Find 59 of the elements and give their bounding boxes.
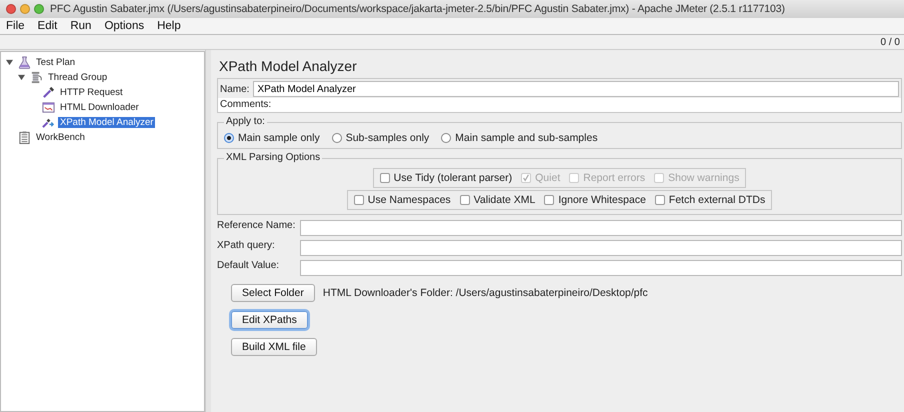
checkbox-label: Ignore Whitespace	[558, 194, 646, 206]
action-button[interactable]: Edit XPaths	[231, 311, 308, 329]
menu-item[interactable]: Run	[70, 20, 92, 32]
radio-button[interactable]	[224, 133, 234, 143]
tree-item[interactable]: Thread Group	[46, 72, 110, 83]
panel-title: XPath Model Analyzer	[219, 58, 358, 74]
checkbox-label: Quiet	[535, 172, 560, 184]
checkbox-label: Report errors	[583, 172, 646, 184]
field-label: Reference Name:	[217, 220, 296, 231]
text-field[interactable]	[300, 240, 902, 256]
group-legend: Apply to:	[224, 116, 267, 127]
action-button[interactable]: Build XML file	[231, 338, 317, 356]
radio-button[interactable]	[441, 133, 452, 143]
checkbox-label: Show warnings	[668, 172, 740, 184]
expand-toggle[interactable]	[6, 59, 13, 66]
window-title: PFC Agustin Sabater.jmx (/Users/agustinsabaterpineiro/Documents/workspace/jakarta-jmeter-2.5/bin/PFC Agustin Sabater.jmx) - Apache JMeter (2.5.1 r1177103)	[50, 3, 785, 15]
checkbox[interactable]	[460, 195, 470, 205]
checkbox-label: Validate XML	[474, 194, 536, 206]
menu-item[interactable]: Options	[104, 20, 144, 32]
radio-label: Main sample and sub-samples	[455, 132, 598, 144]
checkbox-label: Fetch external DTDs	[668, 194, 766, 206]
field-label: Name:	[220, 84, 250, 94]
folder-path: HTML Downloader's Folder: /Users/agustinsabaterpineiro/Desktop/pfc	[322, 287, 648, 299]
minimize-button[interactable]	[20, 4, 30, 14]
tree-item[interactable]: Test Plan	[34, 57, 78, 68]
close-button[interactable]	[6, 4, 16, 14]
group-legend: XML Parsing Options	[224, 152, 322, 163]
spool-icon	[30, 71, 43, 84]
select-folder-button[interactable]: Select Folder	[231, 284, 315, 302]
tree-item[interactable]: WorkBench	[34, 132, 87, 143]
field-label: Default Value:	[217, 260, 280, 271]
checkbox[interactable]	[544, 195, 554, 205]
pipette-icon	[42, 86, 55, 99]
checkbox[interactable]	[654, 195, 665, 205]
expand-toggle[interactable]	[18, 74, 25, 81]
radio-label: Sub-samples only	[346, 132, 430, 144]
zoom-button[interactable]	[34, 4, 44, 14]
name-field[interactable]: XPath Model Analyzer	[253, 81, 899, 97]
menu-item[interactable]: Edit	[38, 20, 58, 32]
comments-field[interactable]: Comments:	[218, 98, 901, 112]
tree-item[interactable]: XPath Model Analyzer	[58, 117, 156, 128]
text-field[interactable]	[300, 220, 902, 236]
flask-icon	[18, 56, 31, 69]
menu-item[interactable]: File	[6, 20, 25, 32]
tree-item[interactable]: HTTP Request	[58, 87, 125, 98]
clipboard-icon	[18, 131, 31, 144]
radio-button[interactable]	[332, 133, 342, 143]
checkbox[interactable]	[354, 195, 364, 205]
field-label: XPath query:	[217, 240, 276, 251]
checkbox-label: Use Tidy (tolerant parser)	[394, 172, 512, 184]
text-field[interactable]	[300, 260, 902, 276]
checkbox[interactable]	[380, 173, 390, 183]
menu-item[interactable]: Help	[157, 20, 181, 32]
tree-item[interactable]: HTML Downloader	[58, 102, 141, 113]
checkbox-label: Use Namespaces	[368, 194, 451, 206]
pipette-arrow-icon	[42, 116, 55, 129]
window-icon	[42, 101, 55, 114]
radio-label: Main sample only	[238, 132, 320, 144]
counter: 0 / 0	[880, 36, 900, 48]
